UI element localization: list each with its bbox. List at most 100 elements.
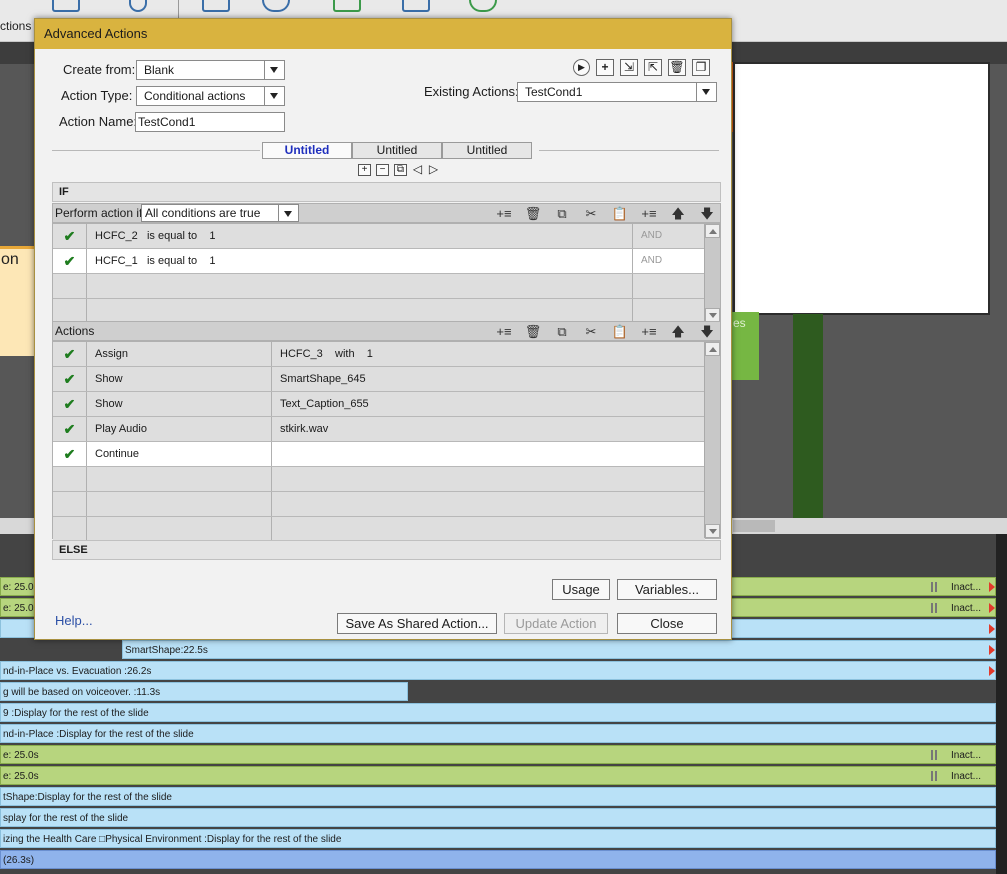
condition-join[interactable]: AND (641, 249, 662, 273)
condition-row[interactable]: ✔ HCFC_2 is equal to 1 AND (53, 224, 705, 249)
create-from-dropdown[interactable]: Blank (136, 60, 285, 80)
move-down-icon[interactable]: 🡇 (697, 324, 717, 340)
insert-action-icon[interactable]: +≡ (494, 324, 514, 340)
chevron-down-icon[interactable] (264, 61, 284, 79)
delete-condition-icon[interactable]: 🗑 (523, 206, 543, 222)
else-section-header[interactable]: ELSE (52, 540, 721, 560)
timeline-bar[interactable]: izing the Health Care □Physical Environm… (0, 829, 996, 848)
action-row-empty[interactable] (53, 517, 705, 542)
duplicate-action-icon[interactable]: ❐ (692, 59, 710, 76)
share-icon[interactable] (469, 0, 497, 12)
move-down-icon[interactable]: 🡇 (697, 206, 717, 222)
scroll-thumb[interactable] (733, 520, 775, 532)
copy-decision-icon[interactable]: ⧉ (394, 164, 407, 176)
pause-icon[interactable] (931, 750, 937, 760)
chevron-down-icon[interactable] (696, 83, 716, 101)
chevron-down-icon[interactable] (264, 87, 284, 105)
action-row[interactable]: ✔ Assign HCFC_3 with 1 (53, 342, 705, 367)
action-row[interactable]: ✔ Continue (53, 442, 705, 467)
compass-icon[interactable] (262, 0, 290, 12)
remove-decision-icon[interactable]: − (376, 164, 389, 176)
tab-untitled-2[interactable]: Untitled (352, 142, 442, 159)
pause-icon[interactable] (931, 603, 937, 613)
action-target[interactable]: HCFC_3 with 1 (280, 342, 373, 366)
preview-play-icon[interactable]: ▶ (573, 59, 590, 76)
export-action-icon[interactable]: ⇱ (644, 59, 662, 76)
pause-icon[interactable] (931, 771, 937, 781)
action-name[interactable]: Play Audio (95, 417, 147, 441)
delete-action-icon[interactable]: 🗑 (668, 59, 686, 76)
actions-scrollbar[interactable] (704, 342, 720, 538)
tab-untitled-1[interactable]: Untitled (262, 142, 352, 159)
action-row-empty[interactable] (53, 467, 705, 492)
action-type-dropdown[interactable]: Conditional actions (136, 86, 285, 106)
tab-untitled-3[interactable]: Untitled (442, 142, 532, 159)
action-name[interactable]: Assign (95, 342, 128, 366)
action-name[interactable]: Continue (95, 442, 139, 466)
timeline-bar[interactable]: e: 25.0s Inact... (0, 766, 996, 785)
close-button[interactable]: Close (617, 613, 717, 634)
check-icon[interactable]: ✔ (53, 442, 87, 466)
check-icon[interactable]: ✔ (53, 367, 87, 391)
timeline-bar[interactable]: g will be based on voiceover. :11.3s (0, 682, 408, 701)
help-link[interactable]: Help... (55, 613, 93, 628)
delete-row-icon[interactable]: 🗑 (523, 324, 543, 340)
action-target[interactable]: stkirk.wav (280, 417, 328, 441)
slide-icon[interactable] (202, 0, 230, 12)
audio-icon[interactable] (129, 0, 147, 12)
toolbar-icon[interactable] (52, 0, 80, 12)
pause-icon[interactable] (931, 582, 937, 592)
existing-actions-dropdown[interactable]: TestCond1 (517, 82, 717, 102)
perform-condition-dropdown[interactable]: All conditions are true (141, 204, 299, 222)
chevron-down-icon[interactable] (278, 205, 298, 221)
scroll-down-icon[interactable] (705, 524, 720, 538)
timeline-bar[interactable]: (26.3s) (0, 850, 996, 869)
action-row[interactable]: ✔ Play Audio stkirk.wav (53, 417, 705, 442)
import-action-icon[interactable]: ⇲ (620, 59, 638, 76)
insert-condition-icon[interactable]: +≡ (494, 206, 514, 222)
action-target[interactable]: SmartShape_645 (280, 367, 366, 391)
cut-row-icon[interactable]: ✂ (581, 324, 601, 340)
paste-condition-icon[interactable]: 📋 (610, 206, 630, 222)
check-icon[interactable]: ✔ (53, 417, 87, 441)
add-decision-icon[interactable]: + (358, 164, 371, 176)
condition-join[interactable]: AND (641, 224, 662, 248)
timeline-bar[interactable]: tShape:Display for the rest of the slide (0, 787, 996, 806)
insert-row-icon[interactable]: +≡ (639, 324, 659, 340)
timeline-bar[interactable]: nd-in-Place :Display for the rest of the… (0, 724, 996, 743)
timeline-bar[interactable]: splay for the rest of the slide (0, 808, 996, 827)
insert-row-icon[interactable]: +≡ (639, 206, 659, 222)
conditions-scrollbar[interactable] (704, 224, 720, 322)
condition-row-empty[interactable] (53, 274, 705, 299)
action-row[interactable]: ✔ Show Text_Caption_655 (53, 392, 705, 417)
timeline-bar[interactable]: 9 :Display for the rest of the slide (0, 703, 996, 722)
export-icon[interactable] (402, 0, 430, 12)
scroll-up-icon[interactable] (705, 342, 720, 356)
action-target[interactable]: Text_Caption_655 (280, 392, 369, 416)
action-name[interactable]: Show (95, 392, 123, 416)
check-icon[interactable]: ✔ (53, 392, 87, 416)
toolbar-label[interactable]: ctions (0, 19, 31, 33)
condition-row[interactable]: ✔ HCFC_1 is equal to 1 AND (53, 249, 705, 274)
check-icon[interactable]: ✔ (53, 249, 87, 273)
timeline-bar[interactable]: e: 25.0s Inact... (0, 745, 996, 764)
action-name[interactable]: Show (95, 367, 123, 391)
publish-icon[interactable] (333, 0, 361, 12)
save-shared-action-button[interactable]: Save As Shared Action... (337, 613, 497, 634)
paste-row-icon[interactable]: 📋 (610, 324, 630, 340)
next-decision-icon[interactable]: ▷ (427, 163, 440, 176)
cut-condition-icon[interactable]: ✂ (581, 206, 601, 222)
action-row-empty[interactable] (53, 492, 705, 517)
scroll-down-icon[interactable] (705, 308, 720, 322)
move-up-icon[interactable]: 🡅 (668, 324, 688, 340)
scroll-up-icon[interactable] (705, 224, 720, 238)
action-name-input[interactable]: TestCond1 (135, 112, 285, 132)
timeline-bar[interactable]: nd-in-Place vs. Evacuation :26.2s (0, 661, 996, 680)
action-row[interactable]: ✔ Show SmartShape_645 (53, 367, 705, 392)
check-icon[interactable]: ✔ (53, 224, 87, 248)
usage-button[interactable]: Usage (552, 579, 610, 600)
timeline-bar[interactable]: SmartShape:22.5s (122, 640, 996, 659)
check-icon[interactable]: ✔ (53, 342, 87, 366)
move-up-icon[interactable]: 🡅 (668, 206, 688, 222)
add-action-icon[interactable]: + (596, 59, 614, 76)
